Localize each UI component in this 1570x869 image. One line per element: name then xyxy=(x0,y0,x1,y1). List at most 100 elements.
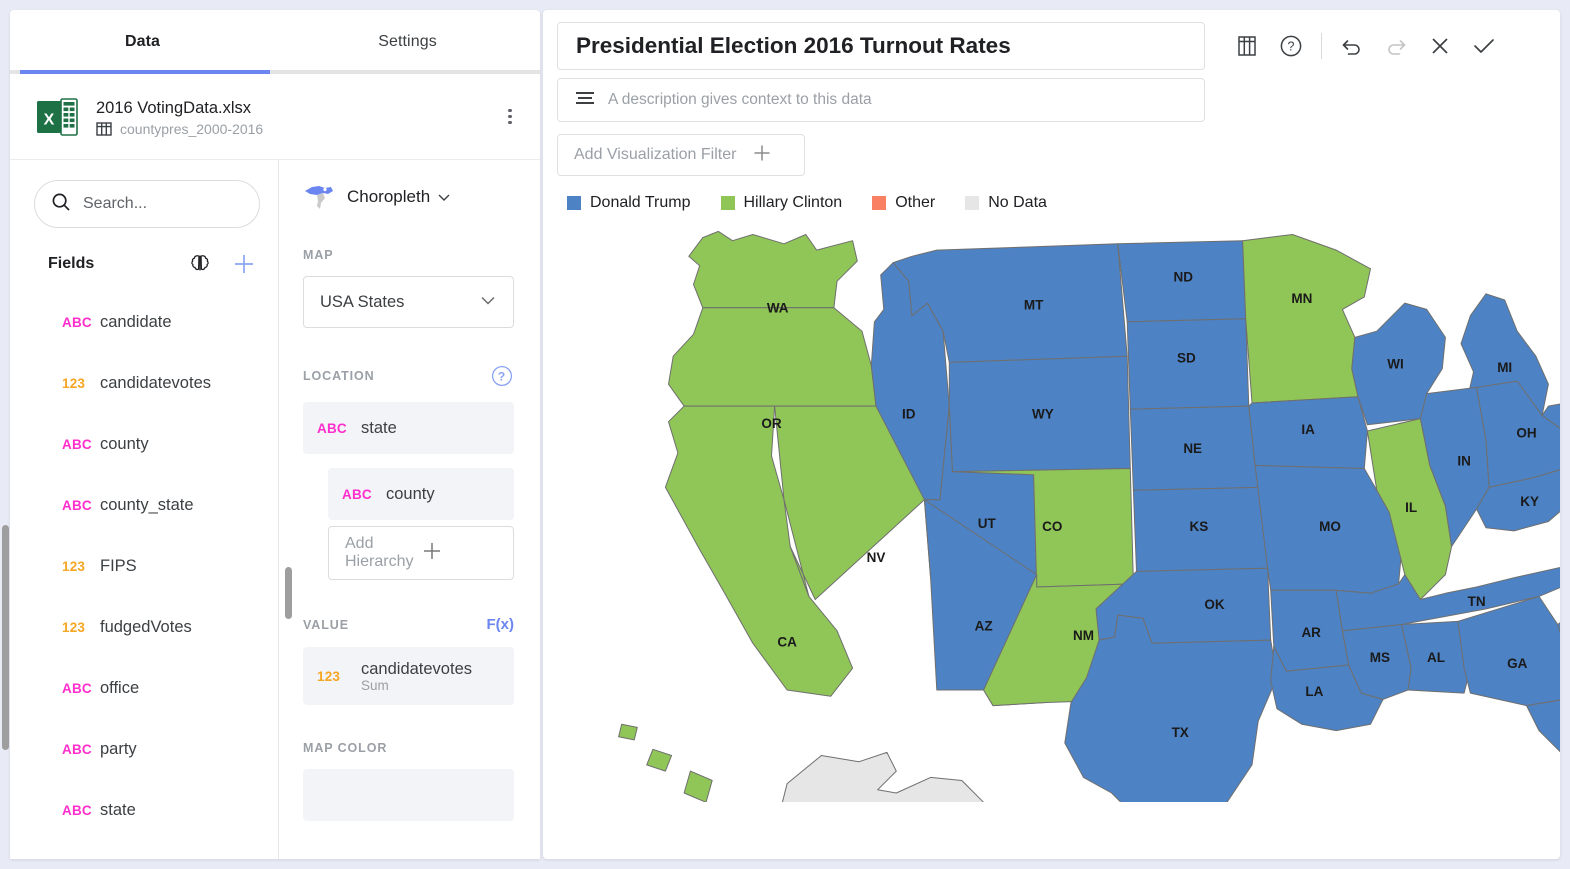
location-chip-county[interactable]: ABC county xyxy=(328,468,514,520)
legend-label: Donald Trump xyxy=(590,194,691,211)
state-label-ne: NE xyxy=(1183,441,1202,456)
help-circle-icon[interactable]: ? xyxy=(1269,24,1313,68)
usa-states-svg[interactable]: WA OR CA NV ID MT WY UT AZ CO NM ND SD NE KS OK TX MN IA MO… xyxy=(543,212,1560,802)
field-name: fudgedVotes xyxy=(100,618,192,636)
chart-title-text: Presidential Election 2016 Turnout Rates xyxy=(576,33,1011,58)
map-color-chip-placeholder[interactable] xyxy=(303,769,514,821)
state-ga[interactable] xyxy=(1457,595,1560,707)
state-label-nv: NV xyxy=(867,550,886,565)
field-item-party[interactable]: ABC party xyxy=(10,719,278,780)
viz-config-scrollbar-thumb[interactable] xyxy=(285,567,292,619)
state-label-tn: TN xyxy=(1468,594,1486,609)
chart-description-placeholder: A description gives context to this data xyxy=(608,91,872,108)
state-label-wi: WI xyxy=(1387,357,1404,372)
plus-icon xyxy=(752,143,772,168)
chart-title-input[interactable]: Presidential Election 2016 Turnout Rates xyxy=(557,22,1205,70)
map-section-label-text: MAP xyxy=(303,248,334,262)
panel-tabs: Data Settings xyxy=(10,10,540,74)
legend-item-trump[interactable]: Donald Trump xyxy=(567,194,691,212)
field-item-fudgedvotes[interactable]: 123 fudgedVotes xyxy=(10,597,278,658)
close-icon[interactable] xyxy=(1418,24,1462,68)
datasource-meta: 2016 VotingData.xlsx countypres_2000-201… xyxy=(96,97,498,137)
state-label-ar: AR xyxy=(1301,625,1321,640)
state-fl[interactable] xyxy=(1526,699,1561,802)
tab-data[interactable]: Data xyxy=(10,10,275,74)
field-item-fips[interactable]: 123 FIPS xyxy=(10,536,278,597)
viz-type-selector[interactable]: Choropleth xyxy=(303,182,514,212)
state-label-ks: KS xyxy=(1190,519,1209,534)
field-type-badge: ABC xyxy=(62,315,92,330)
state-label-la: LA xyxy=(1305,684,1323,699)
chevron-down-icon xyxy=(437,190,451,204)
state-label-ca: CA xyxy=(777,634,797,649)
legend-item-clinton[interactable]: Hillary Clinton xyxy=(720,194,842,212)
add-visualization-filter-button[interactable]: Add Visualization Filter xyxy=(557,134,806,176)
chip-field-name: county xyxy=(386,484,435,503)
field-item-county[interactable]: ABC county xyxy=(10,414,278,475)
help-circle-icon[interactable]: ? xyxy=(490,364,514,388)
map-select[interactable]: USA States xyxy=(303,276,514,328)
brain-icon[interactable] xyxy=(186,250,214,278)
field-item-state[interactable]: ABC state xyxy=(10,780,278,841)
check-icon[interactable] xyxy=(1462,24,1506,68)
state-label-wa: WA xyxy=(767,301,789,316)
legend-swatch xyxy=(872,196,887,210)
state-or[interactable] xyxy=(668,307,877,407)
field-item-candidate[interactable]: ABC candidate xyxy=(10,292,278,353)
datasource-filename: 2016 VotingData.xlsx xyxy=(96,98,252,117)
tab-data-label: Data xyxy=(124,33,161,50)
field-item-candidatevotes[interactable]: 123 candidatevotes xyxy=(10,353,278,414)
chip-field-name: candidatevotes xyxy=(361,659,472,678)
chart-description-input[interactable]: A description gives context to this data xyxy=(557,78,1205,122)
tab-active-indicator xyxy=(20,70,270,74)
state-hi[interactable] xyxy=(618,723,753,802)
datasource-sheet-row: countypres_2000-2016 xyxy=(96,121,498,137)
choropleth-map[interactable]: WA OR CA NV ID MT WY UT AZ CO NM ND SD NE KS OK TX MN IA MO… xyxy=(543,212,1560,802)
left-panel-body: Search... Fields ABC candidate 123 candi… xyxy=(10,160,540,859)
state-label-co: CO xyxy=(1042,519,1062,534)
kebab-menu-icon[interactable] xyxy=(498,105,522,129)
state-wa[interactable] xyxy=(688,230,858,309)
field-type-badge: ABC xyxy=(342,486,372,502)
field-item-county-state[interactable]: ABC county_state xyxy=(10,475,278,536)
legend-item-nodata[interactable]: No Data xyxy=(965,194,1047,212)
state-label-il: IL xyxy=(1405,500,1417,515)
choropleth-map-icon xyxy=(303,182,337,212)
field-type-badge: ABC xyxy=(62,742,92,757)
state-label-ok: OK xyxy=(1204,597,1225,612)
datasource-row[interactable]: X 2016 VotingData.xlsx countypres_2000-2… xyxy=(10,74,540,160)
fields-scrollbar-thumb[interactable] xyxy=(2,525,9,750)
field-name: county xyxy=(100,435,149,453)
visualization-panel: Presidential Election 2016 Turnout Rates… xyxy=(543,10,1560,859)
table-icon xyxy=(96,121,112,137)
state-label-ms: MS xyxy=(1370,650,1390,665)
viz-type-label: Choropleth xyxy=(347,187,431,206)
state-label-ga: GA xyxy=(1507,656,1528,671)
fields-header: Fields xyxy=(48,250,258,278)
formula-fx-button[interactable]: F(x) xyxy=(487,616,515,633)
state-mn[interactable] xyxy=(1242,234,1371,404)
field-name: FIPS xyxy=(100,557,137,575)
filter-row: Add Visualization Filter xyxy=(543,122,1560,176)
undo-icon[interactable] xyxy=(1330,24,1374,68)
legend-label: Other xyxy=(895,194,936,211)
chevron-down-icon xyxy=(479,291,497,314)
search-input[interactable]: Search... xyxy=(34,180,260,228)
tab-settings[interactable]: Settings xyxy=(275,10,540,74)
state-label-id: ID xyxy=(902,407,916,422)
location-chip-state[interactable]: ABC state xyxy=(303,402,514,454)
value-chip-candidatevotes[interactable]: 123 candidatevotes Sum xyxy=(303,647,514,705)
add-hierarchy-button[interactable]: Add Hierarchy xyxy=(328,526,514,580)
redo-icon[interactable] xyxy=(1374,24,1418,68)
state-ak[interactable] xyxy=(712,751,984,802)
field-type-badge: 123 xyxy=(317,668,341,684)
legend-item-other[interactable]: Other xyxy=(872,194,935,212)
table-view-icon[interactable] xyxy=(1225,24,1269,68)
state-label-mn: MN xyxy=(1291,291,1312,306)
field-name: party xyxy=(100,740,137,758)
field-item-office[interactable]: ABC office xyxy=(10,658,278,719)
field-name: office xyxy=(100,679,140,697)
svg-text:X: X xyxy=(44,111,55,128)
map-color-section-label: MAP COLOR xyxy=(303,741,514,755)
add-field-plus-icon[interactable] xyxy=(230,250,258,278)
